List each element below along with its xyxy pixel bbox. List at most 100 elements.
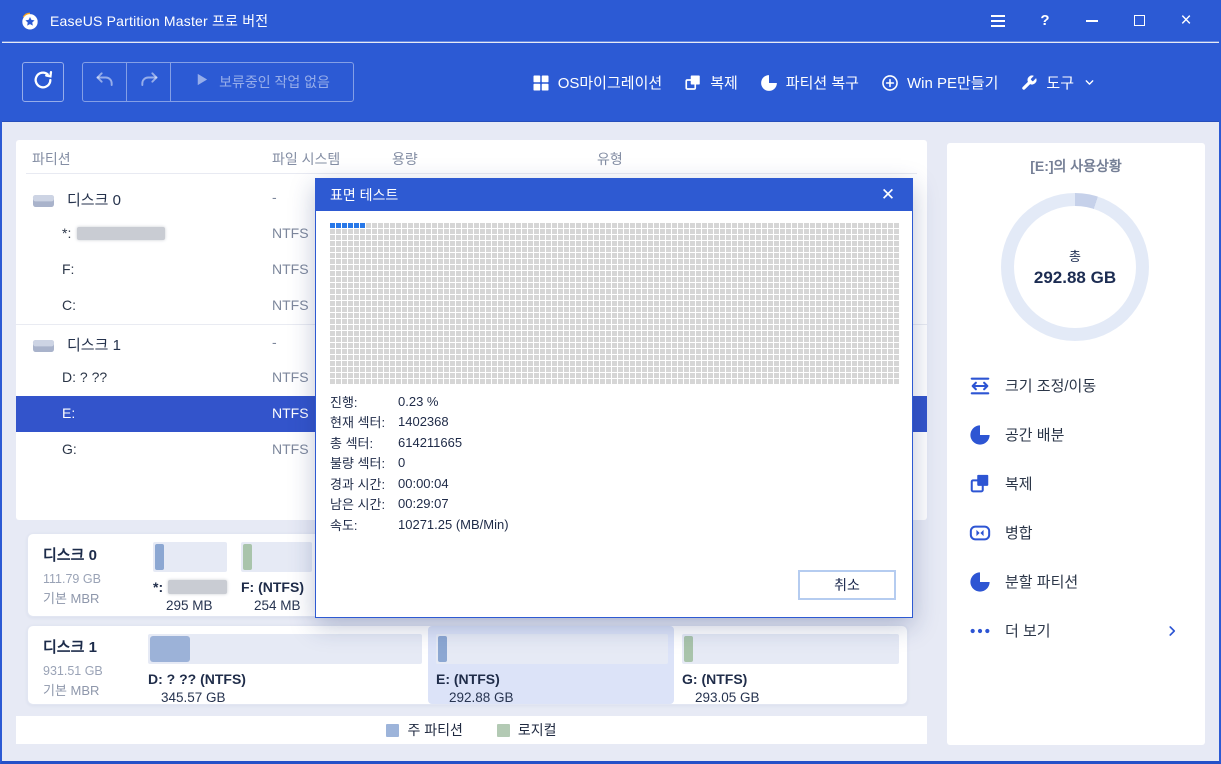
filesystem-value: NTFS (272, 297, 309, 313)
partition-bar (241, 542, 312, 572)
partition-block-size: 254 MB (241, 598, 312, 613)
column-header-type: 유형 (597, 149, 623, 169)
surface-test-stats: 진행:0.23 %현재 섹터:1402368총 섹터:614211665불량 섹… (330, 391, 509, 535)
sidebar-action-merge[interactable]: 병합 (947, 508, 1205, 557)
stat-row: 경과 시간:00:00:04 (330, 473, 509, 494)
partition-block-label: *: (153, 579, 227, 595)
sidebar-action-allocate-space[interactable]: 공간 배분 (947, 410, 1205, 459)
window-controls: ? × (989, 12, 1201, 30)
stat-label: 남은 시간: (330, 494, 398, 513)
stat-label: 총 섹터: (330, 433, 398, 452)
toolbar-menu: OS마이그레이션 복제 파티션 복구 Win PE만들기 도구 (532, 43, 1095, 122)
cancel-button[interactable]: 취소 (798, 570, 896, 600)
table-header: 파티션 파일 시스템 용량 유형 (16, 140, 927, 174)
pending-operations-label: 보류중인 작업 없음 (219, 72, 330, 92)
sidebar-action-label: 분할 파티션 (1005, 571, 1078, 592)
help-icon[interactable]: ? (1036, 12, 1054, 30)
app-window: EaseUS Partition Master 프로 버전 ? × (0, 0, 1221, 764)
undo-icon (95, 70, 115, 95)
sidebar-action-resize-move[interactable]: 크기 조정/이동 (947, 361, 1205, 410)
redo-icon (139, 70, 159, 95)
legend-label: 주 파티션 (407, 720, 462, 740)
toolbar-item-os-migration[interactable]: OS마이그레이션 (532, 72, 662, 93)
partition-block[interactable]: E: (NTFS) 292.88 GB (428, 626, 674, 704)
partition-block[interactable]: G: (NTFS) 293.05 GB (674, 626, 905, 704)
refresh-button[interactable] (22, 62, 64, 102)
resize-move-icon (969, 375, 991, 397)
stat-value: 0 (398, 455, 405, 470)
title-bar: EaseUS Partition Master 프로 버전 ? × (2, 0, 1219, 42)
disk-drive-icon (32, 338, 55, 354)
usage-donut-chart: 총 292.88 GB (1001, 193, 1149, 341)
sidebar: [E:]의 사용상황 총 292.88 GB 크기 조정/이동공간 배분복제병합… (947, 143, 1205, 745)
stat-row: 현재 섹터:1402368 (330, 412, 509, 433)
partition-type-edge (155, 544, 164, 570)
tools-icon (1020, 74, 1038, 92)
redacted-text (168, 580, 227, 594)
sidebar-action-clone[interactable]: 복제 (947, 459, 1205, 508)
filesystem-value: NTFS (272, 441, 309, 457)
column-header-filesystem: 파일 시스템 (272, 149, 340, 169)
dialog-close-icon[interactable]: ✕ (878, 185, 898, 205)
undo-button[interactable] (83, 63, 127, 101)
partition-legend: 주 파티션로지컬 (16, 716, 927, 744)
sidebar-action-more[interactable]: 더 보기 (947, 606, 1205, 655)
disk-label: 디스크 1 (32, 334, 121, 355)
more-icon (969, 620, 991, 642)
execute-pending-button[interactable]: 보류중인 작업 없음 (171, 63, 353, 101)
dialog-title: 표면 테스트 (330, 185, 398, 205)
surface-test-dialog: 표면 테스트 ✕ 진행:0.23 %현재 섹터:1402368총 섹터:6142… (315, 178, 913, 618)
sidebar-action-label: 병합 (1005, 522, 1033, 543)
toolbar-item-winpe[interactable]: Win PE만들기 (881, 72, 998, 93)
disk-scheme: 기본 MBR (43, 680, 138, 699)
disk-card[interactable]: 디스크 1931.51 GB기본 MBRD: ? ?? (NTFS)345.57… (27, 625, 908, 705)
stat-value: 10271.25 (MB/Min) (398, 517, 509, 532)
disk-meta: 디스크 0111.79 GB기본 MBR (28, 534, 143, 616)
window-title: EaseUS Partition Master 프로 버전 (50, 11, 268, 31)
donut-total-label: 총 (1069, 246, 1081, 265)
toolbar-item-clone[interactable]: 복제 (684, 72, 738, 93)
maximize-icon[interactable] (1130, 12, 1148, 30)
toolbar-item-partition-recovery[interactable]: 파티션 복구 (760, 72, 859, 93)
dialog-title-bar: 표면 테스트 ✕ (316, 179, 912, 211)
winpe-icon (881, 74, 899, 92)
redacted-text (77, 227, 165, 240)
partition-block[interactable]: *: 295 MB (145, 534, 233, 616)
menu-icon[interactable] (989, 12, 1007, 30)
toolbar-item-label: Win PE만들기 (907, 72, 998, 93)
partition-block[interactable]: D: ? ?? (NTFS)345.57 GB (140, 626, 428, 704)
sidebar-action-split-partition[interactable]: 분할 파티션 (947, 557, 1205, 606)
toolbar: 보류중인 작업 없음 OS마이그레이션 복제 파티션 복구 Win PE만들기 도구 (2, 43, 1219, 122)
allocate-space-icon (969, 424, 991, 446)
filesystem-value: - (272, 334, 277, 350)
play-icon (194, 72, 209, 92)
refresh-icon (32, 69, 54, 96)
partition-block-size: 292.88 GB (436, 690, 668, 705)
pending-operations-group: 보류중인 작업 없음 (82, 62, 354, 102)
minimize-icon[interactable] (1083, 12, 1101, 30)
partition-bar (682, 634, 899, 664)
filesystem-value: NTFS (272, 225, 309, 241)
toolbar-item-label: 파티션 복구 (786, 72, 859, 93)
sidebar-action-label: 공간 배분 (1005, 424, 1064, 445)
clone-icon (684, 74, 702, 92)
toolbar-item-tools[interactable]: 도구 (1020, 72, 1095, 93)
partition-block-size: 295 MB (153, 598, 227, 613)
stat-label: 현재 섹터: (330, 412, 398, 431)
partition-block-label: E: (NTFS) (436, 671, 668, 687)
redo-button[interactable] (127, 63, 171, 101)
stat-row: 총 섹터:614211665 (330, 432, 509, 453)
os-migration-icon (532, 74, 550, 92)
close-icon[interactable]: × (1177, 12, 1195, 30)
partition-label: D: ? ?? (62, 369, 107, 385)
partition-block-label: G: (NTFS) (682, 671, 899, 687)
partition-bar (153, 542, 227, 572)
stat-row: 속도:10271.25 (MB/Min) (330, 514, 509, 535)
legend-swatch (497, 724, 510, 737)
partition-block-size: 293.05 GB (682, 690, 899, 705)
stat-row: 남은 시간:00:29:07 (330, 494, 509, 515)
sidebar-action-label: 복제 (1005, 473, 1033, 494)
stat-row: 진행:0.23 % (330, 391, 509, 412)
partition-block[interactable]: F: (NTFS)254 MB (233, 534, 318, 616)
partition-label: C: (62, 297, 76, 313)
